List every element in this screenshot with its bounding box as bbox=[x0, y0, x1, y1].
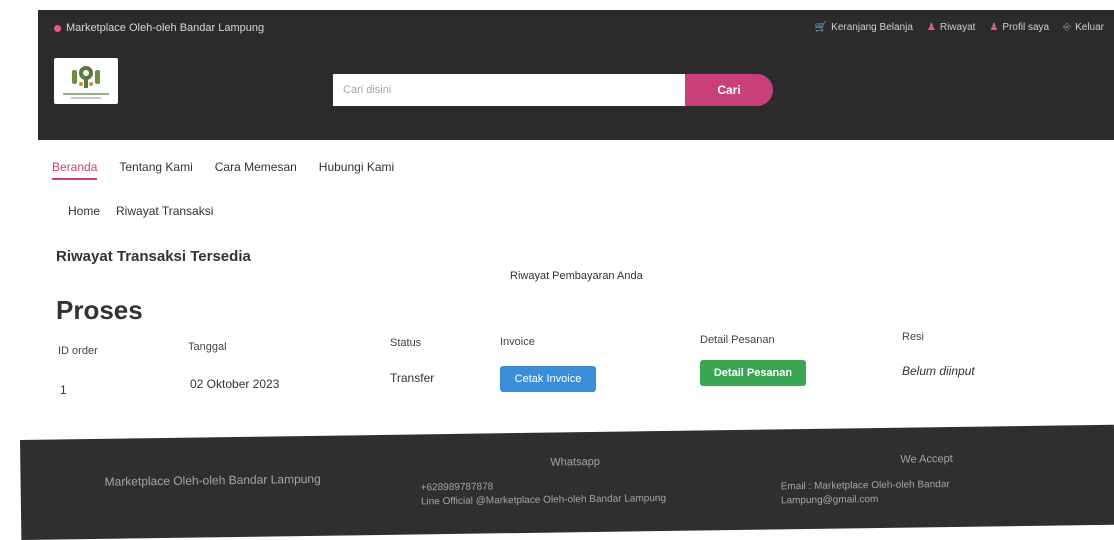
logout-link-label: Keluar bbox=[1075, 22, 1104, 33]
riwayat-link[interactable]: ♟ Riwayat bbox=[927, 22, 976, 33]
profile-link[interactable]: ♟ Profil saya bbox=[989, 22, 1049, 33]
cart-icon: 🛒 bbox=[814, 22, 828, 33]
site-logo[interactable] bbox=[54, 58, 118, 104]
logout-icon: ⎆ bbox=[1063, 22, 1072, 33]
order-detail-button[interactable]: Detail Pesanan bbox=[700, 360, 806, 386]
brand-dot-icon bbox=[54, 24, 61, 32]
footer-email[interactable]: Lampung@gmail.com bbox=[781, 494, 879, 506]
main-nav: Beranda Tentang Kami Cara Memesan Hubung… bbox=[52, 160, 416, 180]
user-icon: ♟ bbox=[989, 22, 999, 33]
search-button[interactable]: Cari bbox=[685, 74, 773, 106]
nav-tentang-kami[interactable]: Tentang Kami bbox=[119, 160, 192, 180]
search-input[interactable] bbox=[333, 74, 685, 106]
site-header: Marketplace Oleh-oleh Bandar Lampung 🛒 K… bbox=[38, 10, 1114, 140]
user-icon: ♟ bbox=[926, 22, 936, 33]
footer-whatsapp-title: Whatsapp bbox=[550, 455, 600, 469]
footer-line[interactable]: Line Official @Marketplace Oleh-oleh Ban… bbox=[421, 493, 666, 507]
logout-link[interactable]: ⎆ Keluar bbox=[1063, 22, 1104, 33]
nav-hubungi-kami[interactable]: Hubungi Kami bbox=[319, 160, 394, 180]
breadcrumb-home[interactable]: Home bbox=[68, 204, 100, 218]
cart-link-label: Keranjang Belanja bbox=[831, 22, 913, 33]
breadcrumb-current: Riwayat Transaksi bbox=[116, 204, 214, 218]
top-brand[interactable]: Marketplace Oleh-oleh Bandar Lampung bbox=[54, 22, 264, 34]
cell-id: 1 bbox=[60, 383, 67, 397]
page: Marketplace Oleh-oleh Bandar Lampung 🛒 K… bbox=[0, 0, 1114, 540]
header-invoice: Invoice bbox=[500, 336, 535, 348]
profile-link-label: Profil saya bbox=[1002, 22, 1050, 33]
print-invoice-button[interactable]: Cetak Invoice bbox=[500, 366, 596, 392]
cart-link[interactable]: 🛒 Keranjang Belanja bbox=[815, 22, 913, 33]
footer-phone[interactable]: +628989787878 bbox=[421, 481, 494, 493]
header-detail-pesanan: Detail Pesanan bbox=[700, 334, 775, 346]
logo-text-line bbox=[71, 96, 101, 99]
cell-resi: Belum diinput bbox=[902, 364, 975, 378]
top-nav: 🛒 Keranjang Belanja ♟ Riwayat ♟ Profil s… bbox=[815, 22, 1104, 33]
header-status: Status bbox=[390, 337, 422, 349]
header-id-order: ID order bbox=[58, 345, 98, 357]
header-tanggal: Tanggal bbox=[188, 341, 227, 353]
cell-status: Transfer bbox=[390, 371, 435, 385]
breadcrumb: Home Riwayat Transaksi bbox=[68, 204, 213, 218]
top-brand-label: Marketplace Oleh-oleh Bandar Lampung bbox=[66, 22, 265, 34]
nav-beranda[interactable]: Beranda bbox=[52, 160, 98, 180]
cell-tanggal: 02 Oktober 2023 bbox=[190, 377, 280, 391]
top-bar: Marketplace Oleh-oleh Bandar Lampung 🛒 K… bbox=[38, 10, 1114, 46]
page-subtitle: Riwayat Pembayaran Anda bbox=[510, 270, 643, 282]
page-title: Riwayat Transaksi Tersedia bbox=[56, 248, 251, 265]
riwayat-link-label: Riwayat bbox=[939, 22, 976, 33]
footer-we-accept: We Accept bbox=[900, 452, 953, 466]
logo-text-line bbox=[63, 92, 109, 95]
nav-cara-memesan[interactable]: Cara Memesan bbox=[215, 160, 297, 180]
footer-brand: Marketplace Oleh-oleh Bandar Lampung bbox=[104, 471, 321, 489]
footer-email-label: Email : Marketplace Oleh-oleh Bandar bbox=[780, 479, 950, 493]
header-resi: Resi bbox=[902, 331, 925, 343]
logo-icon bbox=[72, 65, 100, 88]
site-footer: Marketplace Oleh-oleh Bandar Lampung Wha… bbox=[20, 424, 1114, 540]
section-heading: Proses bbox=[56, 295, 143, 325]
